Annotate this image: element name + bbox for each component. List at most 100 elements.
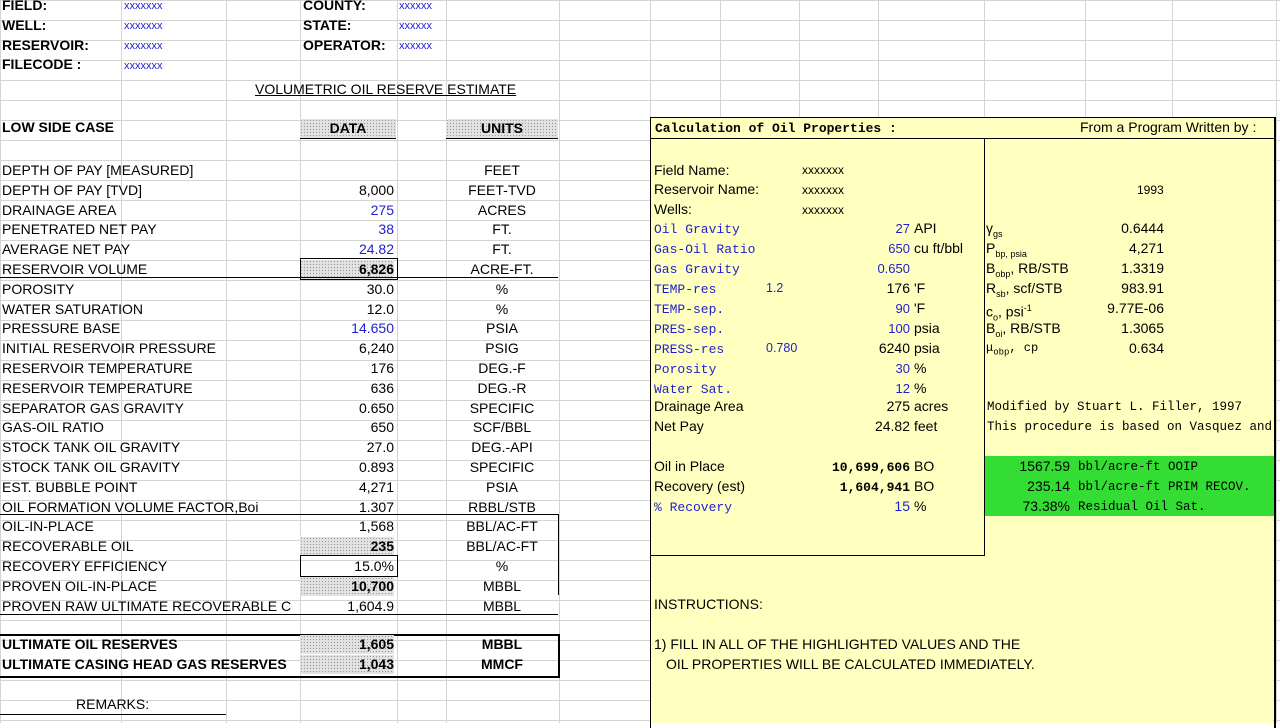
row-value: 1,604.9 xyxy=(347,597,394,614)
row-unit: DEG.-R xyxy=(477,379,527,396)
field-value[interactable]: xxxxxxx xyxy=(124,0,163,16)
prop-input-value[interactable]: 27 xyxy=(830,219,910,238)
oip-section-border xyxy=(0,514,559,595)
pct-recovery-label: % Recovery xyxy=(654,500,733,515)
netpay-value: 24.82 xyxy=(874,418,910,434)
prop-result-label: μobp, cp xyxy=(986,341,1039,358)
county-value[interactable]: xxxxxx xyxy=(399,0,432,16)
row-value[interactable]: 38 xyxy=(300,220,394,239)
ultimate-label: ULTIMATE CASING HEAD GAS RESERVES xyxy=(2,656,287,672)
recovery-value: 1,604,941 xyxy=(839,480,910,495)
green-value: 235.14 xyxy=(1027,478,1070,494)
prop-result-value: 9.77E-06 xyxy=(1107,300,1164,316)
green-text: bbl/acre-ft OOIP xyxy=(1078,460,1199,474)
prop-input-unit: % xyxy=(914,360,927,376)
row-label: RESERVOIR TEMPERATURE xyxy=(2,379,193,396)
row-label: PENETRATED NET PAY xyxy=(2,221,157,238)
ultimate-unit: MBBL xyxy=(481,636,523,652)
row-value[interactable]: 275 xyxy=(300,201,394,220)
row-label: GAS-OIL RATIO xyxy=(2,419,104,436)
prop-result-value: 1.3319 xyxy=(1121,260,1164,276)
well-value[interactable]: xxxxxxx xyxy=(124,17,163,36)
prop-input-label: Oil Gravity xyxy=(654,222,740,237)
ultimate-value: 1,605 xyxy=(300,635,394,654)
reservoir-name-label: Reservoir Name: xyxy=(654,181,760,197)
prop-input-value[interactable]: 12 xyxy=(830,379,910,398)
row-value: 4,271 xyxy=(358,478,394,495)
netpay-label: Net Pay xyxy=(654,418,704,434)
reservoir-name-value[interactable]: xxxxxxx xyxy=(802,181,844,200)
prop-input-value[interactable]: 100 xyxy=(830,319,910,338)
prop-input-unit: % xyxy=(914,380,927,396)
row-unit: SPECIFIC xyxy=(469,459,535,475)
row-unit: DEG.-F xyxy=(478,360,526,376)
prop-input-label: Gas Gravity xyxy=(654,262,740,277)
prop-result-value: 0.634 xyxy=(1128,340,1164,356)
prop-result-value: 1.3065 xyxy=(1121,320,1164,336)
row-unit: PSIG xyxy=(485,340,519,357)
row-unit: ACRES xyxy=(477,201,527,218)
row-label: AVERAGE NET PAY xyxy=(2,241,131,258)
prop-input-label: PRES-sep. xyxy=(654,322,725,337)
row-label: EST. BUBBLE POINT xyxy=(2,478,138,495)
instruction-2: OIL PROPERTIES WILL BE CALCULATED IMMEDI… xyxy=(666,656,1035,672)
state-value[interactable]: xxxxxx xyxy=(399,17,432,36)
county-label: COUNTY: xyxy=(303,0,366,13)
reservoir-value[interactable]: xxxxxxx xyxy=(124,37,163,56)
prop-input-value[interactable]: 0.650 xyxy=(830,259,910,278)
prop-input-label: TEMP-res xyxy=(654,282,717,297)
prop-input-unit: psia xyxy=(914,340,940,356)
row-value: 6,240 xyxy=(358,340,394,357)
pct-recovery-value[interactable]: 15 xyxy=(830,497,910,516)
recovery-label: Recovery (est) xyxy=(654,478,746,494)
row-label: WATER SATURATION xyxy=(2,300,144,317)
prop-input-label: TEMP-sep. xyxy=(654,302,725,317)
props-from: From a Program Written by : xyxy=(1080,119,1257,135)
row-value: 8,000 xyxy=(358,181,394,198)
row-label: DEPTH OF PAY [TVD] xyxy=(2,181,143,198)
wells-value[interactable]: xxxxxxx xyxy=(802,201,844,220)
row-value: 0.893 xyxy=(358,459,394,475)
row-unit: FT. xyxy=(492,241,512,258)
row-value[interactable]: 24.82 xyxy=(300,240,394,259)
oip-label: Oil in Place xyxy=(654,458,725,474)
row-unit: DEG.-API xyxy=(471,439,533,456)
pct-recovery-unit: % xyxy=(914,498,927,514)
drainage-label: Drainage Area xyxy=(654,398,744,414)
units-column-header: UNITS xyxy=(446,119,558,139)
data-column-header: DATA xyxy=(300,119,396,139)
prop-input-unit: psia xyxy=(914,320,940,336)
props-title: Calculation of Oil Properties : xyxy=(655,121,897,136)
prop-input-unit: 'F xyxy=(914,280,926,296)
row-value: 176 xyxy=(370,360,394,376)
row-label: INITIAL RESERVOIR PRESSURE xyxy=(2,340,216,357)
recovery-unit: BO xyxy=(914,478,935,494)
operator-value[interactable]: xxxxxx xyxy=(399,37,432,56)
row-value: 636 xyxy=(370,379,394,396)
prop-input-value[interactable]: 30 xyxy=(830,359,910,378)
row-unit: SPECIFIC xyxy=(469,399,535,416)
well-label: WELL: xyxy=(2,17,47,33)
ultimate-label: ULTIMATE OIL RESERVES xyxy=(2,636,178,652)
row-unit: PSIA xyxy=(486,478,518,495)
row-value[interactable]: 14.650 xyxy=(300,319,394,338)
filecode-value[interactable]: xxxxxxx xyxy=(124,57,163,76)
oip-unit: BO xyxy=(914,458,935,474)
prop-input-label: Gas-Oil Ratio xyxy=(654,242,756,257)
instruction-1: 1) FILL IN ALL OF THE HIGHLIGHTED VALUES… xyxy=(654,636,1021,652)
row-value: 12.0 xyxy=(366,300,394,317)
row-unit: PSIA xyxy=(486,320,518,337)
prop-input-value[interactable]: 90 xyxy=(830,299,910,318)
green-text: Residual Oil Sat. xyxy=(1078,500,1206,514)
reservoir-label: RESERVOIR: xyxy=(2,37,89,53)
prop-input-value[interactable]: 6240 xyxy=(830,339,910,358)
field-name-value[interactable]: xxxxxxx xyxy=(802,161,844,180)
row-unit: MBBL xyxy=(482,597,522,614)
netpay-unit: feet xyxy=(914,418,938,434)
field-name-label: Field Name: xyxy=(654,162,730,178)
prop-input-value[interactable]: 650 xyxy=(830,239,910,258)
ultimate-unit: MMCF xyxy=(481,656,523,672)
prop-input-value[interactable]: 176 xyxy=(830,279,910,298)
prop-result-value: 0.6444 xyxy=(1121,220,1164,236)
row-label: STOCK TANK OIL GRAVITY xyxy=(2,459,181,475)
